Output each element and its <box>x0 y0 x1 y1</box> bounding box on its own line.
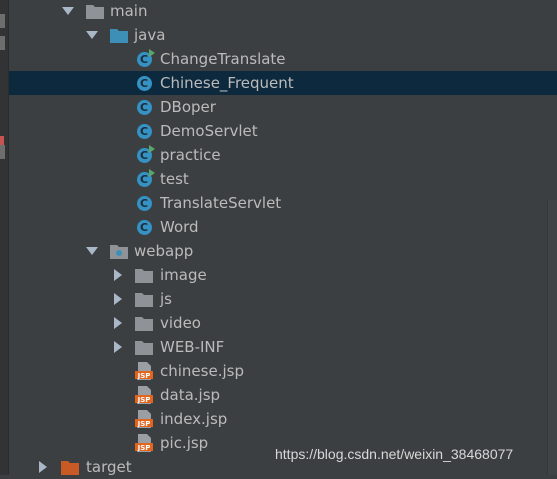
excluded-folder-icon <box>61 458 79 476</box>
java-class-icon: C <box>135 122 153 140</box>
tree-node-label: webapp <box>134 242 194 260</box>
chevron-down-icon[interactable] <box>85 244 99 258</box>
tree-node-file[interactable]: JSP index.jsp <box>9 407 557 431</box>
tree-node-class[interactable]: C test <box>9 167 557 191</box>
tree-node-class[interactable]: C ChangeTranslate <box>9 47 557 71</box>
tree-node-label: pic.jsp <box>160 434 209 452</box>
chevron-right-icon[interactable] <box>111 340 125 354</box>
tree-node-label: practice <box>160 146 221 164</box>
chevron-right-icon[interactable] <box>36 460 50 474</box>
chevron-right-icon[interactable] <box>111 316 125 330</box>
gutter-marker <box>0 145 5 159</box>
tree-node-label: DemoServlet <box>160 122 258 140</box>
svg-text:JSP: JSP <box>137 396 151 404</box>
watermark-url: https://blog.csdn.net/weixin_38468077 <box>275 446 514 462</box>
tree-node-class[interactable]: C practice <box>9 143 557 167</box>
tree-node-label: java <box>134 26 166 44</box>
java-class-icon: C <box>135 194 153 212</box>
tree-node-label: TranslateServlet <box>160 194 282 212</box>
source-folder-icon <box>110 26 128 44</box>
tree-node-label: video <box>160 314 201 332</box>
chevron-right-icon[interactable] <box>111 292 125 306</box>
java-class-runnable-icon: C <box>135 48 155 68</box>
tree-node-label: data.jsp <box>160 386 221 404</box>
tree-node-class[interactable]: C DemoServlet <box>9 119 557 143</box>
chevron-down-icon[interactable] <box>85 28 99 42</box>
tree-node-java[interactable]: java <box>9 23 557 47</box>
tree-node-label: DBoper <box>160 98 216 116</box>
tree-node-label: WEB-INF <box>160 338 225 356</box>
tree-node-label: chinese.jsp <box>160 362 244 380</box>
tree-node-label: test <box>160 170 189 188</box>
gutter-marker <box>0 36 5 50</box>
folder-icon <box>135 338 153 356</box>
java-class-icon: C <box>135 98 153 116</box>
java-class-runnable-icon: C <box>135 168 155 188</box>
tree-node-folder[interactable]: WEB-INF <box>9 335 557 359</box>
vertical-scrollbar[interactable] <box>547 200 557 475</box>
tree-node-folder[interactable]: js <box>9 287 557 311</box>
java-class-runnable-icon: C <box>135 144 155 164</box>
tree-node-class[interactable]: C Word <box>9 215 557 239</box>
tree-node-class-selected[interactable]: C Chinese_Frequent <box>9 71 557 95</box>
folder-icon <box>86 2 104 20</box>
jsp-file-icon: JSP <box>135 434 153 452</box>
chevron-down-icon[interactable] <box>61 4 75 18</box>
svg-text:JSP: JSP <box>137 444 151 452</box>
jsp-file-icon: JSP <box>135 386 153 404</box>
web-folder-icon <box>110 242 128 260</box>
tree-node-file[interactable]: JSP data.jsp <box>9 383 557 407</box>
tree-node-file[interactable]: JSP chinese.jsp <box>9 359 557 383</box>
folder-icon <box>135 266 153 284</box>
editor-gutter <box>0 0 9 475</box>
tree-node-label: target <box>86 458 132 476</box>
tree-node-label: Chinese_Frequent <box>160 74 294 92</box>
gutter-error-marker <box>0 136 4 145</box>
gutter-marker <box>0 14 5 28</box>
tree-node-label: index.jsp <box>160 410 228 428</box>
java-class-icon: C <box>135 74 153 92</box>
tree-node-class[interactable]: C DBoper <box>9 95 557 119</box>
tree-node-label: main <box>110 2 148 20</box>
folder-icon <box>135 290 153 308</box>
tree-node-folder[interactable]: video <box>9 311 557 335</box>
tree-node-label: ChangeTranslate <box>160 50 286 68</box>
tree-node-class[interactable]: C TranslateServlet <box>9 191 557 215</box>
tree-node-folder[interactable]: image <box>9 263 557 287</box>
java-class-icon: C <box>135 218 153 236</box>
tree-node-main[interactable]: main <box>9 0 557 23</box>
tree-node-label: Word <box>160 218 199 236</box>
tree-node-webapp[interactable]: webapp <box>9 239 557 263</box>
tree-node-label: image <box>160 266 207 284</box>
jsp-file-icon: JSP <box>135 362 153 380</box>
folder-icon <box>135 314 153 332</box>
svg-text:JSP: JSP <box>137 372 151 380</box>
chevron-right-icon[interactable] <box>111 268 125 282</box>
tree-node-label: js <box>160 290 172 308</box>
svg-text:JSP: JSP <box>137 420 151 428</box>
jsp-file-icon: JSP <box>135 410 153 428</box>
